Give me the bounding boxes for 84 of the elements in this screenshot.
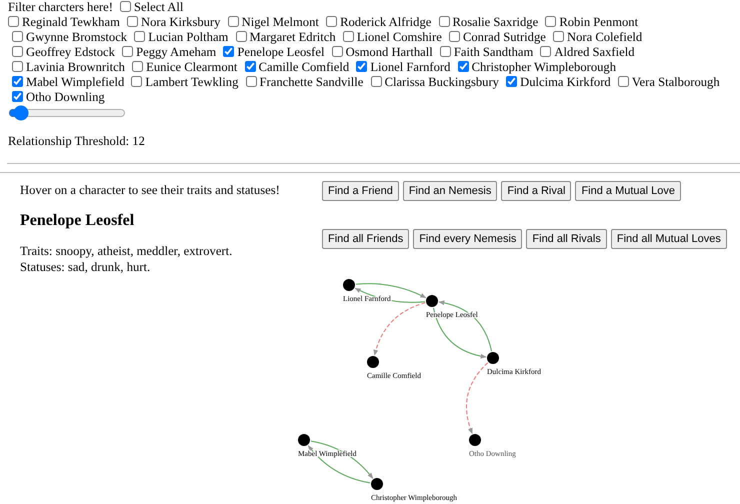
- traits-text: Traits: snoopy, atheist, meddler, extrovert.: [20, 243, 234, 259]
- character-name: Nora Kirksbury: [141, 15, 220, 29]
- checkbox[interactable]: [223, 46, 234, 57]
- checkbox[interactable]: [12, 46, 23, 57]
- checkbox[interactable]: [236, 31, 247, 42]
- checkbox[interactable]: [458, 61, 469, 72]
- checkbox[interactable]: [12, 31, 23, 42]
- filter-label: Filter charcters here!: [8, 0, 113, 14]
- character-name: Roderick Alfridge: [340, 15, 432, 29]
- checkbox[interactable]: [438, 16, 450, 27]
- character-name: Peggy Ameham: [136, 45, 216, 59]
- character-name: Reginald Tewkham: [22, 15, 120, 29]
- find-button[interactable]: Find all Rivals: [526, 229, 607, 249]
- character-name: Lambert Tewkling: [145, 75, 238, 89]
- character-name: Geoffrey Edstock: [26, 45, 115, 59]
- find-button[interactable]: Find all Mutual Loves: [610, 229, 727, 249]
- checkbox-label: Select All: [134, 0, 184, 14]
- threshold-slider[interactable]: [8, 106, 126, 120]
- checkbox[interactable]: [448, 31, 460, 42]
- character-node[interactable]: [487, 352, 499, 364]
- character-name: Lucian Poltham: [148, 30, 228, 44]
- find-button[interactable]: Find a Friend: [322, 181, 399, 201]
- checkbox[interactable]: [12, 61, 23, 72]
- checkbox[interactable]: [246, 76, 257, 87]
- checkbox[interactable]: [356, 61, 368, 72]
- character-name: Nigel Melmont: [242, 15, 319, 29]
- character-node[interactable]: [367, 356, 379, 368]
- checkbox[interactable]: [506, 76, 518, 87]
- character-name: Faith Sandtham: [454, 45, 534, 59]
- checkbox[interactable]: [228, 16, 239, 27]
- character-name: Robin Penmont: [559, 15, 638, 29]
- checkbox[interactable]: [132, 61, 144, 72]
- hint-text: Hover on a character to see their traits and statuses!: [20, 182, 281, 198]
- checkbox[interactable]: [326, 16, 338, 27]
- checkbox[interactable]: [127, 16, 138, 27]
- find-button[interactable]: Find an Nemesis: [402, 181, 498, 201]
- character-name: Camille Comfield: [258, 60, 350, 74]
- checkbox[interactable]: [12, 76, 23, 87]
- checkbox[interactable]: [553, 31, 564, 42]
- checkbox[interactable]: [12, 91, 23, 102]
- character-name: Lionel Farnford: [370, 60, 450, 74]
- character-name: Penelope Leosfel: [20, 213, 136, 229]
- checkbox[interactable]: [8, 16, 19, 27]
- character-node[interactable]: [343, 279, 355, 291]
- character-node[interactable]: [371, 478, 383, 490]
- find-button[interactable]: Find every Nemesis: [413, 229, 522, 249]
- checkbox[interactable]: [332, 46, 343, 57]
- checkbox[interactable]: [618, 76, 629, 87]
- character-name: Mabel Wimplefield: [26, 75, 124, 89]
- character-name: Vera Stalborough: [632, 75, 720, 89]
- find-button[interactable]: Find a Mutual Love: [575, 181, 681, 201]
- character-name: Penelope Leosfel: [237, 45, 324, 59]
- character-node[interactable]: [469, 434, 481, 446]
- character-name: Margaret Edritch: [250, 30, 336, 44]
- character-name: Rosalie Saxridge: [452, 15, 538, 29]
- checkbox[interactable]: [370, 76, 382, 87]
- character-name: Christopher Wimpleborough: [472, 60, 616, 74]
- character-name: Dulcima Kirkford: [520, 75, 611, 89]
- character-name: Osmond Harthall: [346, 45, 433, 59]
- checkbox[interactable]: [545, 16, 556, 27]
- character-name: Nora Colefield: [567, 30, 642, 44]
- statuses-text: Statuses: sad, drunk, hurt.: [20, 259, 152, 275]
- checkbox[interactable]: [244, 61, 256, 72]
- find-button[interactable]: Find all Friends: [322, 229, 410, 249]
- checkbox[interactable]: [131, 76, 142, 87]
- character-name: Clarissa Buckingsbury: [384, 75, 499, 89]
- character-name: Gwynne Bromstock: [26, 30, 128, 44]
- checkbox[interactable]: [440, 46, 451, 57]
- character-node[interactable]: [426, 295, 438, 307]
- character-name: Conrad Sutridge: [462, 30, 546, 44]
- checkbox[interactable]: [540, 46, 552, 57]
- threshold-label: Relationship Threshold: 12: [8, 134, 146, 149]
- character-name: Lionel Comshire: [356, 30, 442, 44]
- character-name: Eunice Clearmont: [146, 60, 238, 74]
- character-name: Lavinia Brownritch: [26, 60, 125, 74]
- find-button[interactable]: Find a Rival: [501, 181, 572, 201]
- checkbox[interactable]: [342, 31, 354, 42]
- checkbox[interactable]: [122, 46, 134, 57]
- character-name: Aldred Saxfield: [554, 45, 635, 59]
- character-name: Franchette Sandville: [260, 75, 364, 89]
- character-node[interactable]: [298, 434, 310, 446]
- character-name: Otho Downling: [26, 90, 105, 104]
- checkbox[interactable]: [134, 31, 146, 42]
- checkbox[interactable]: [120, 1, 132, 12]
